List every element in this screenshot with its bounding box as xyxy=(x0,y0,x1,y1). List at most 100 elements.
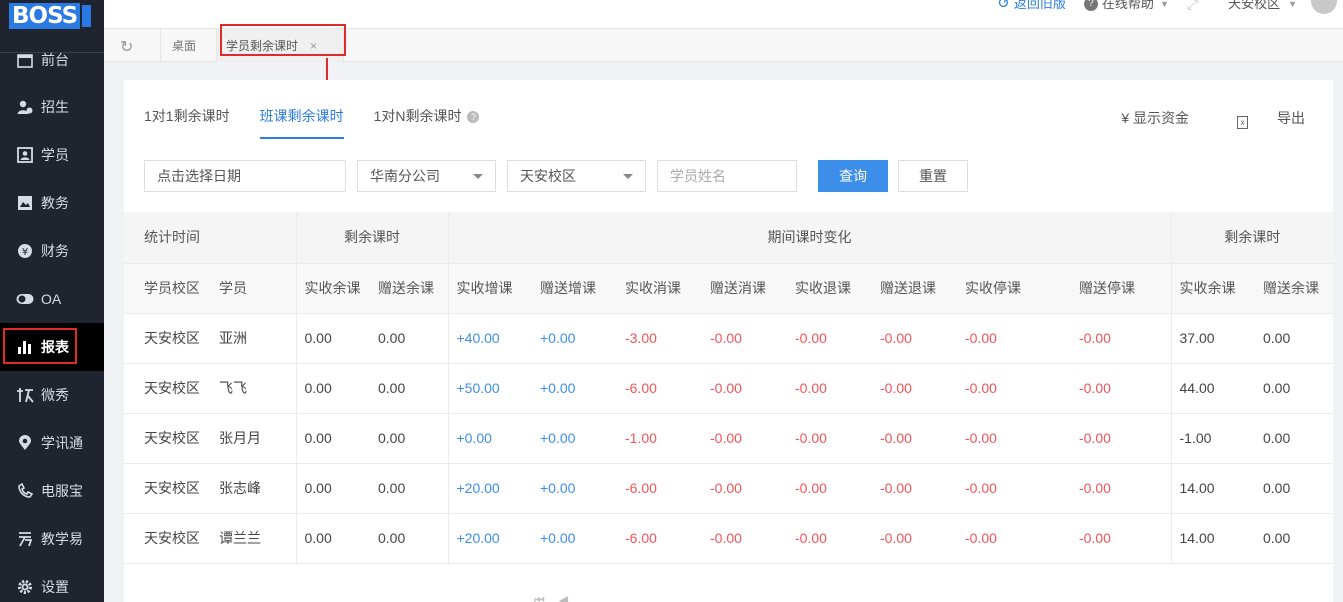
avatar[interactable] xyxy=(1311,0,1337,14)
prev-page-icon[interactable]: ◀ xyxy=(559,593,568,602)
export-file-icon: x xyxy=(1237,116,1248,129)
table-cell: -3.00 xyxy=(617,313,702,364)
sidebar-item-academic[interactable]: 教务 xyxy=(0,179,104,227)
sidebar-item-label: OA xyxy=(41,291,62,307)
svg-text:¥: ¥ xyxy=(22,247,28,258)
export-label: 导出 xyxy=(1277,110,1305,126)
table-cell: -0.00 xyxy=(787,463,872,514)
column-header[interactable]: 实收停课 xyxy=(957,263,1059,314)
tab-desktop[interactable]: 桌面 xyxy=(160,29,215,62)
online-help-dropdown[interactable]: ? 在线帮助 ▼ xyxy=(1083,0,1169,11)
sidebar-item-label: 微秀 xyxy=(41,387,69,403)
table-cell: -6.00 xyxy=(617,463,702,514)
first-page-icon[interactable]: ⏮ xyxy=(534,593,545,602)
company-select-value: 华南分公司 xyxy=(370,168,440,184)
table-cell: -0.00 xyxy=(787,313,872,364)
campus-select[interactable]: 天安校区 xyxy=(507,160,646,192)
yen-coin-icon: ¥ xyxy=(16,242,34,260)
question-icon[interactable]: ? xyxy=(467,111,480,123)
campus-select-value: 天安校区 xyxy=(520,168,576,184)
sidebar-item-jiaoxueyi[interactable]: 教学易 xyxy=(0,515,104,563)
group-header-period-change: 期间课时变化 xyxy=(447,212,1171,264)
table-cell: 0.00 xyxy=(1255,413,1333,464)
table-cell: 0.00 xyxy=(1255,313,1333,364)
table-cell: 张月月 xyxy=(199,413,296,464)
sidebar-item-frontdesk[interactable]: 前台 xyxy=(0,36,104,84)
table-cell: -0.00 xyxy=(872,463,957,514)
column-header[interactable]: 实收余课 xyxy=(1170,263,1255,314)
export-button[interactable]: x 导出 xyxy=(1213,108,1305,129)
column-header[interactable]: 实收增课 xyxy=(447,263,532,314)
filter-bar: 点击选择日期 华南分公司 天安校区 学员姓名 查询 重置 xyxy=(144,160,968,192)
table-cell: 天安校区 xyxy=(124,363,199,414)
table-cell: 0.00 xyxy=(295,463,370,514)
sidebar: BOSS 前台 招生 学员 教务 ¥ 财务 OA 报表 微秀 学讯通 电服宝 教… xyxy=(0,0,104,602)
sidebar-item-dianfubao[interactable]: 电服宝 xyxy=(0,467,104,515)
sidebar-item-label: 设置 xyxy=(41,579,69,595)
table-cell: -0.00 xyxy=(1059,363,1171,414)
company-select[interactable]: 华南分公司 xyxy=(357,160,496,192)
table-cell: -0.00 xyxy=(957,463,1059,514)
column-header[interactable]: 赠送退课 xyxy=(872,263,957,314)
column-header[interactable]: 赠送停课 xyxy=(1059,263,1171,314)
sidebar-item-students[interactable]: 学员 xyxy=(0,131,104,179)
column-header[interactable]: 实收余课 xyxy=(295,263,370,314)
column-header[interactable]: 赠送余课 xyxy=(370,263,448,314)
subtab-label: 1对1剩余课时 xyxy=(144,108,230,124)
table-cell: 张志峰 xyxy=(199,463,296,514)
top-bar-actions: ↺ 返回旧版 ? 在线帮助 ▼ ⤢ 天安校区 ▼ xyxy=(979,0,1343,14)
table-cell: 0.00 xyxy=(370,313,448,364)
table-cell: -6.00 xyxy=(617,513,702,564)
sidebar-item-finance[interactable]: ¥ 财务 xyxy=(0,227,104,275)
help-circle-icon: ? xyxy=(1083,0,1098,11)
table-cell: -0.00 xyxy=(957,313,1059,364)
back-old-version-link[interactable]: ↺ 返回旧版 xyxy=(997,0,1066,11)
column-header[interactable]: 学员校区 xyxy=(124,263,199,314)
table-cell: -0.00 xyxy=(872,313,957,364)
column-header[interactable]: 实收退课 xyxy=(787,263,872,314)
show-funds-button[interactable]: ¥ 显示资金 xyxy=(1121,108,1189,129)
table-cell: +0.00 xyxy=(532,363,617,414)
table-body: 天安校区 亚洲 0.00 0.00 +40.00 +0.00 -3.00 -0.00 -0.00… xyxy=(124,313,1333,564)
table-cell: 天安校区 xyxy=(124,513,199,564)
campus-dropdown[interactable]: 天安校区 ▼ xyxy=(1228,0,1297,11)
caret-down-icon: ▼ xyxy=(1288,0,1297,9)
table-cell: 天安校区 xyxy=(124,413,199,464)
refresh-icon[interactable]: ↻ xyxy=(120,37,138,56)
table-cell: 飞飞 xyxy=(199,363,296,414)
table-row: 天安校区 亚洲 0.00 0.00 +40.00 +0.00 -3.00 -0.00 -0.00… xyxy=(124,313,1333,364)
sidebar-item-label: 学讯通 xyxy=(41,435,83,451)
caret-down-icon: ▼ xyxy=(1159,0,1169,9)
column-header[interactable]: 赠送余课 xyxy=(1255,263,1333,314)
sidebar-item-enroll[interactable]: 招生 xyxy=(0,83,104,131)
sidebar-item-weixiu[interactable]: 微秀 xyxy=(0,371,104,419)
location-pin-icon xyxy=(16,434,34,452)
subtab-one-to-n[interactable]: 1对N剩余课时? xyxy=(374,102,480,142)
subtab-class[interactable]: 班课剩余课时 xyxy=(259,102,344,142)
campus-label: 天安校区 xyxy=(1228,0,1281,11)
sidebar-item-oa[interactable]: OA xyxy=(0,275,104,323)
query-button[interactable]: 查询 xyxy=(818,160,888,192)
table-cell: 0.00 xyxy=(370,513,448,564)
student-name-placeholder: 学员姓名 xyxy=(670,168,726,184)
table-cell: -0.00 xyxy=(1059,413,1171,464)
student-name-input[interactable]: 学员姓名 xyxy=(657,160,797,192)
back-old-label: 返回旧版 xyxy=(1013,0,1066,11)
column-header[interactable]: 学员 xyxy=(199,263,296,314)
fullscreen-button[interactable]: ⤢ xyxy=(1187,0,1198,11)
column-header[interactable]: 实收消课 xyxy=(617,263,702,314)
column-header[interactable]: 赠送增课 xyxy=(532,263,617,314)
caret-down-icon xyxy=(623,174,633,179)
sidebar-item-settings[interactable]: 设置 xyxy=(0,563,104,602)
weixiu-icon xyxy=(16,386,34,404)
table-cell: -1.00 xyxy=(617,413,702,464)
column-header[interactable]: 赠送消课 xyxy=(702,263,787,314)
subtab-one-on-one[interactable]: 1对1剩余课时 xyxy=(144,102,230,142)
table-cell: 0.00 xyxy=(295,363,370,414)
date-picker[interactable]: 点击选择日期 xyxy=(144,160,346,192)
table-cell: 0.00 xyxy=(1255,363,1333,414)
reset-button[interactable]: 重置 xyxy=(898,160,968,192)
table-cell: -0.00 xyxy=(872,413,957,464)
table-cell: -0.00 xyxy=(702,313,787,364)
sidebar-item-xuexuntong[interactable]: 学讯通 xyxy=(0,419,104,467)
